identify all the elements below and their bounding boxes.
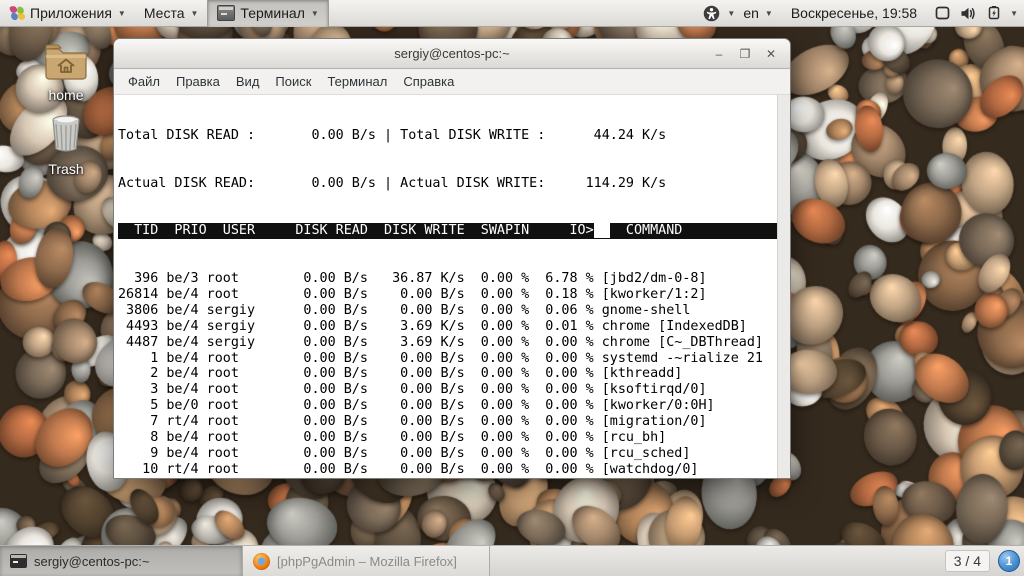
iotop-row: 4493 be/4 sergiy 0.00 B/s 3.69 K/s 0.00 … [118,319,777,335]
volume-icon[interactable] [957,0,979,27]
taskbar-window-label: [phpPgAdmin – Mozilla Firefox] [277,554,457,569]
iotop-row: 3806 be/4 sergiy 0.00 B/s 0.00 B/s 0.00 … [118,303,777,319]
taskbar-window-firefox[interactable]: [phpPgAdmin – Mozilla Firefox] [243,546,490,576]
maximize-button[interactable]: ❐ [734,43,756,65]
minimize-button[interactable]: – [708,43,730,65]
menu-edit[interactable]: Правка [168,70,228,93]
terminal-content: Total DISK READ : 0.00 B/s | Total DISK … [114,95,790,478]
iotop-row: 9 be/4 root 0.00 B/s 0.00 B/s 0.00 % 0.0… [118,446,777,462]
iotop-rows: 396 be/3 root 0.00 B/s 36.87 K/s 0.00 % … [118,271,777,478]
taskbar-window-label: sergiy@centos-pc:~ [34,554,149,569]
iotop-row: 1 be/4 root 0.00 B/s 0.00 B/s 0.00 % 0.0… [118,351,777,367]
display-icon[interactable] [931,0,953,27]
chevron-down-icon: ▼ [118,9,126,18]
chevron-down-icon[interactable]: ▼ [1010,9,1018,18]
desktop-icon-label: Trash [30,161,102,177]
taskbar: sergiy@centos-pc:~ [phpPgAdmin – Mozilla… [0,545,1024,576]
terminal-icon [217,5,235,21]
terminal-scrollbar[interactable] [777,95,790,478]
chevron-down-icon: ▼ [191,9,199,18]
window-title: sergiy@centos-pc:~ [114,46,790,61]
iotop-header-bar: TID PRIO USER DISK READ DISK WRITE SWAPI… [118,223,777,239]
battery-icon[interactable] [983,0,1005,27]
iotop-row: 3 be/4 root 0.00 B/s 0.00 B/s 0.00 % 0.0… [118,382,777,398]
iotop-row: 10 rt/4 root 0.00 B/s 0.00 B/s 0.00 % 0.… [118,462,777,478]
iotop-row: 4487 be/4 sergiy 0.00 B/s 3.69 K/s 0.00 … [118,335,777,351]
chevron-down-icon[interactable]: ▼ [727,9,735,18]
desktop-icon-trash[interactable]: Trash [30,112,102,177]
close-button[interactable]: ✕ [760,43,782,65]
trash-icon [45,112,87,154]
menu-terminal[interactable]: Терминал [319,70,395,93]
desktop-icon-home[interactable]: home [30,42,102,103]
taskbar-window-terminal[interactable]: sergiy@centos-pc:~ [0,546,243,576]
universal-access-icon[interactable] [700,0,722,27]
menu-file[interactable]: Файл [120,70,168,93]
iotop-total-line: Total DISK READ : 0.00 B/s | Total DISK … [118,128,777,144]
chevron-down-icon: ▼ [765,9,773,18]
home-folder-icon [43,42,89,80]
active-app-label: Терминал [240,5,304,21]
panel-status-area: ▼ en ▼ Воскресенье, 19:58 ▼ [700,0,1024,27]
iotop-row: 396 be/3 root 0.00 B/s 36.87 K/s 0.00 % … [118,271,777,287]
notification-badge[interactable]: 1 [998,550,1020,572]
workspace-indicator[interactable]: 3 / 4 [945,550,990,572]
terminal-window: sergiy@centos-pc:~ – ❐ ✕ Файл Правка Вид… [113,38,791,479]
top-panel: Приложения ▼ Места ▼ Терминал ▼ ▼ en ▼ В… [0,0,1024,27]
keyboard-layout-indicator[interactable]: en ▼ [739,0,777,27]
keyboard-layout-label: en [743,5,759,21]
clock[interactable]: Воскресенье, 19:58 [781,5,927,21]
terminal-icon [10,554,27,568]
iotop-row: 8 be/4 root 0.00 B/s 0.00 B/s 0.00 % 0.0… [118,430,777,446]
active-app-menu[interactable]: Терминал ▼ [207,0,328,27]
iotop-row: 5 be/0 root 0.00 B/s 0.00 B/s 0.00 % 0.0… [118,398,777,414]
chevron-down-icon: ▼ [311,9,319,18]
terminal-cursor [594,223,610,238]
firefox-icon [253,553,270,570]
iotop-output: Total DISK READ : 0.00 B/s | Total DISK … [114,95,777,478]
applications-menu-label: Приложения [30,5,112,21]
desktop-icon-label: home [30,87,102,103]
iotop-row: 26814 be/4 root 0.00 B/s 0.00 B/s 0.00 %… [118,287,777,303]
menu-view[interactable]: Вид [228,70,268,93]
iotop-actual-line: Actual DISK READ: 0.00 B/s | Actual DISK… [118,176,777,192]
iotop-row: 7 rt/4 root 0.00 B/s 0.00 B/s 0.00 % 0.0… [118,414,777,430]
window-titlebar[interactable]: sergiy@centos-pc:~ – ❐ ✕ [114,39,790,69]
places-menu-label: Места [144,5,185,21]
applications-menu[interactable]: Приложения ▼ [0,0,135,27]
places-menu[interactable]: Места ▼ [135,0,208,27]
applications-menu-icon [9,5,25,21]
menu-help[interactable]: Справка [395,70,462,93]
menu-search[interactable]: Поиск [267,70,319,93]
iotop-row: 2 be/4 root 0.00 B/s 0.00 B/s 0.00 % 0.0… [118,366,777,382]
terminal-menubar: Файл Правка Вид Поиск Терминал Справка [114,69,790,95]
